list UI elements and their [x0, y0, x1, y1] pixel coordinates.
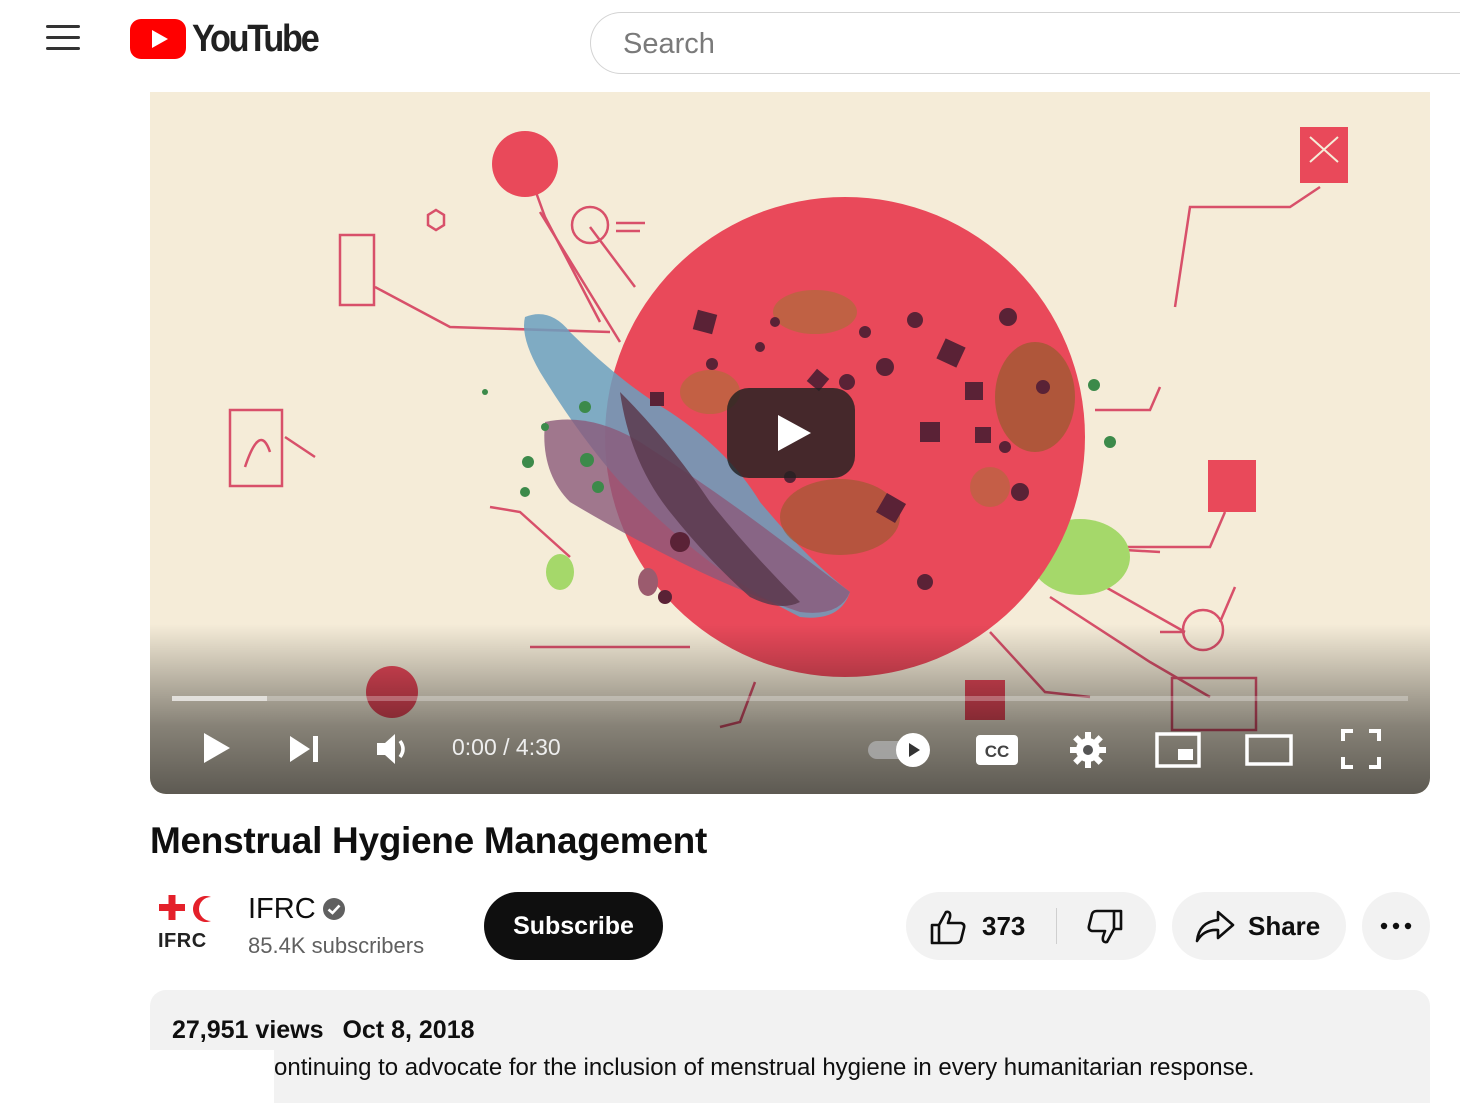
search-box[interactable] — [590, 12, 1460, 74]
upload-date: Oct 8, 2018 — [342, 1016, 475, 1044]
settings-icon[interactable] — [1068, 730, 1108, 770]
share-label: Share — [1248, 911, 1321, 941]
search-input[interactable] — [621, 23, 1405, 65]
captions-label: CC — [985, 742, 1010, 761]
channel-logo-abbr: IFRC — [158, 930, 207, 952]
thumbs-down-icon — [1087, 909, 1123, 944]
captions-icon[interactable]: CC — [974, 732, 1020, 768]
autoplay-toggle-icon[interactable] — [866, 732, 934, 768]
subscribe-button[interactable]: Subscribe — [484, 892, 663, 960]
description-meta: 27,951 views Oct 8, 2018 — [172, 1016, 475, 1045]
youtube-play-logo-icon — [130, 19, 186, 59]
large-play-button[interactable] — [727, 388, 855, 478]
view-count: 27,951 views — [172, 1016, 324, 1044]
video-title: Menstrual Hygiene Management — [150, 820, 708, 861]
time-display: 0:00 / 4:30 — [452, 734, 561, 760]
ifrc-emblem-icon — [159, 895, 211, 922]
description-box[interactable]: 27,951 views Oct 8, 2018 ontinuing to ad… — [150, 990, 1430, 1103]
thumbs-up-icon — [930, 910, 966, 945]
description-line-1: ontinuing to advocate for the inclusion … — [274, 1054, 1255, 1081]
youtube-watch-page: YouTube Search 0:00 / 4:30 CC Menstrual … — [0, 0, 1460, 1103]
progress-buffered — [172, 696, 268, 701]
channel-avatar[interactable]: IFRC — [156, 892, 220, 954]
like-count: 373 — [982, 911, 1026, 941]
theater-mode-icon[interactable] — [1244, 732, 1294, 768]
description-overlay — [150, 1050, 274, 1103]
channel-name[interactable]: IFRC — [248, 893, 316, 926]
more-horizontal-icon — [1380, 922, 1412, 930]
more-actions-button[interactable] — [1362, 892, 1430, 960]
dislike-button[interactable] — [1057, 892, 1156, 960]
volume-icon[interactable] — [374, 730, 414, 768]
progress-bar[interactable] — [172, 696, 1408, 701]
share-arrow-icon — [1195, 910, 1235, 943]
subscriber-count: 85.4K subscribers — [248, 933, 425, 958]
hamburger-menu-icon[interactable] — [44, 22, 82, 54]
fullscreen-icon[interactable] — [1340, 728, 1382, 770]
controls-gradient — [150, 624, 1430, 794]
youtube-logo[interactable]: YouTube — [130, 18, 331, 60]
play-icon[interactable] — [198, 730, 234, 766]
video-player[interactable]: 0:00 / 4:30 CC — [150, 92, 1430, 794]
logo-text: YouTube — [192, 17, 320, 60]
next-icon[interactable] — [286, 732, 322, 766]
share-button[interactable]: Share — [1172, 892, 1346, 960]
miniplayer-icon[interactable] — [1154, 730, 1202, 770]
like-button[interactable]: 373 — [906, 892, 1056, 960]
verified-badge-icon — [323, 898, 345, 920]
like-dislike-group: 373 — [906, 892, 1156, 960]
